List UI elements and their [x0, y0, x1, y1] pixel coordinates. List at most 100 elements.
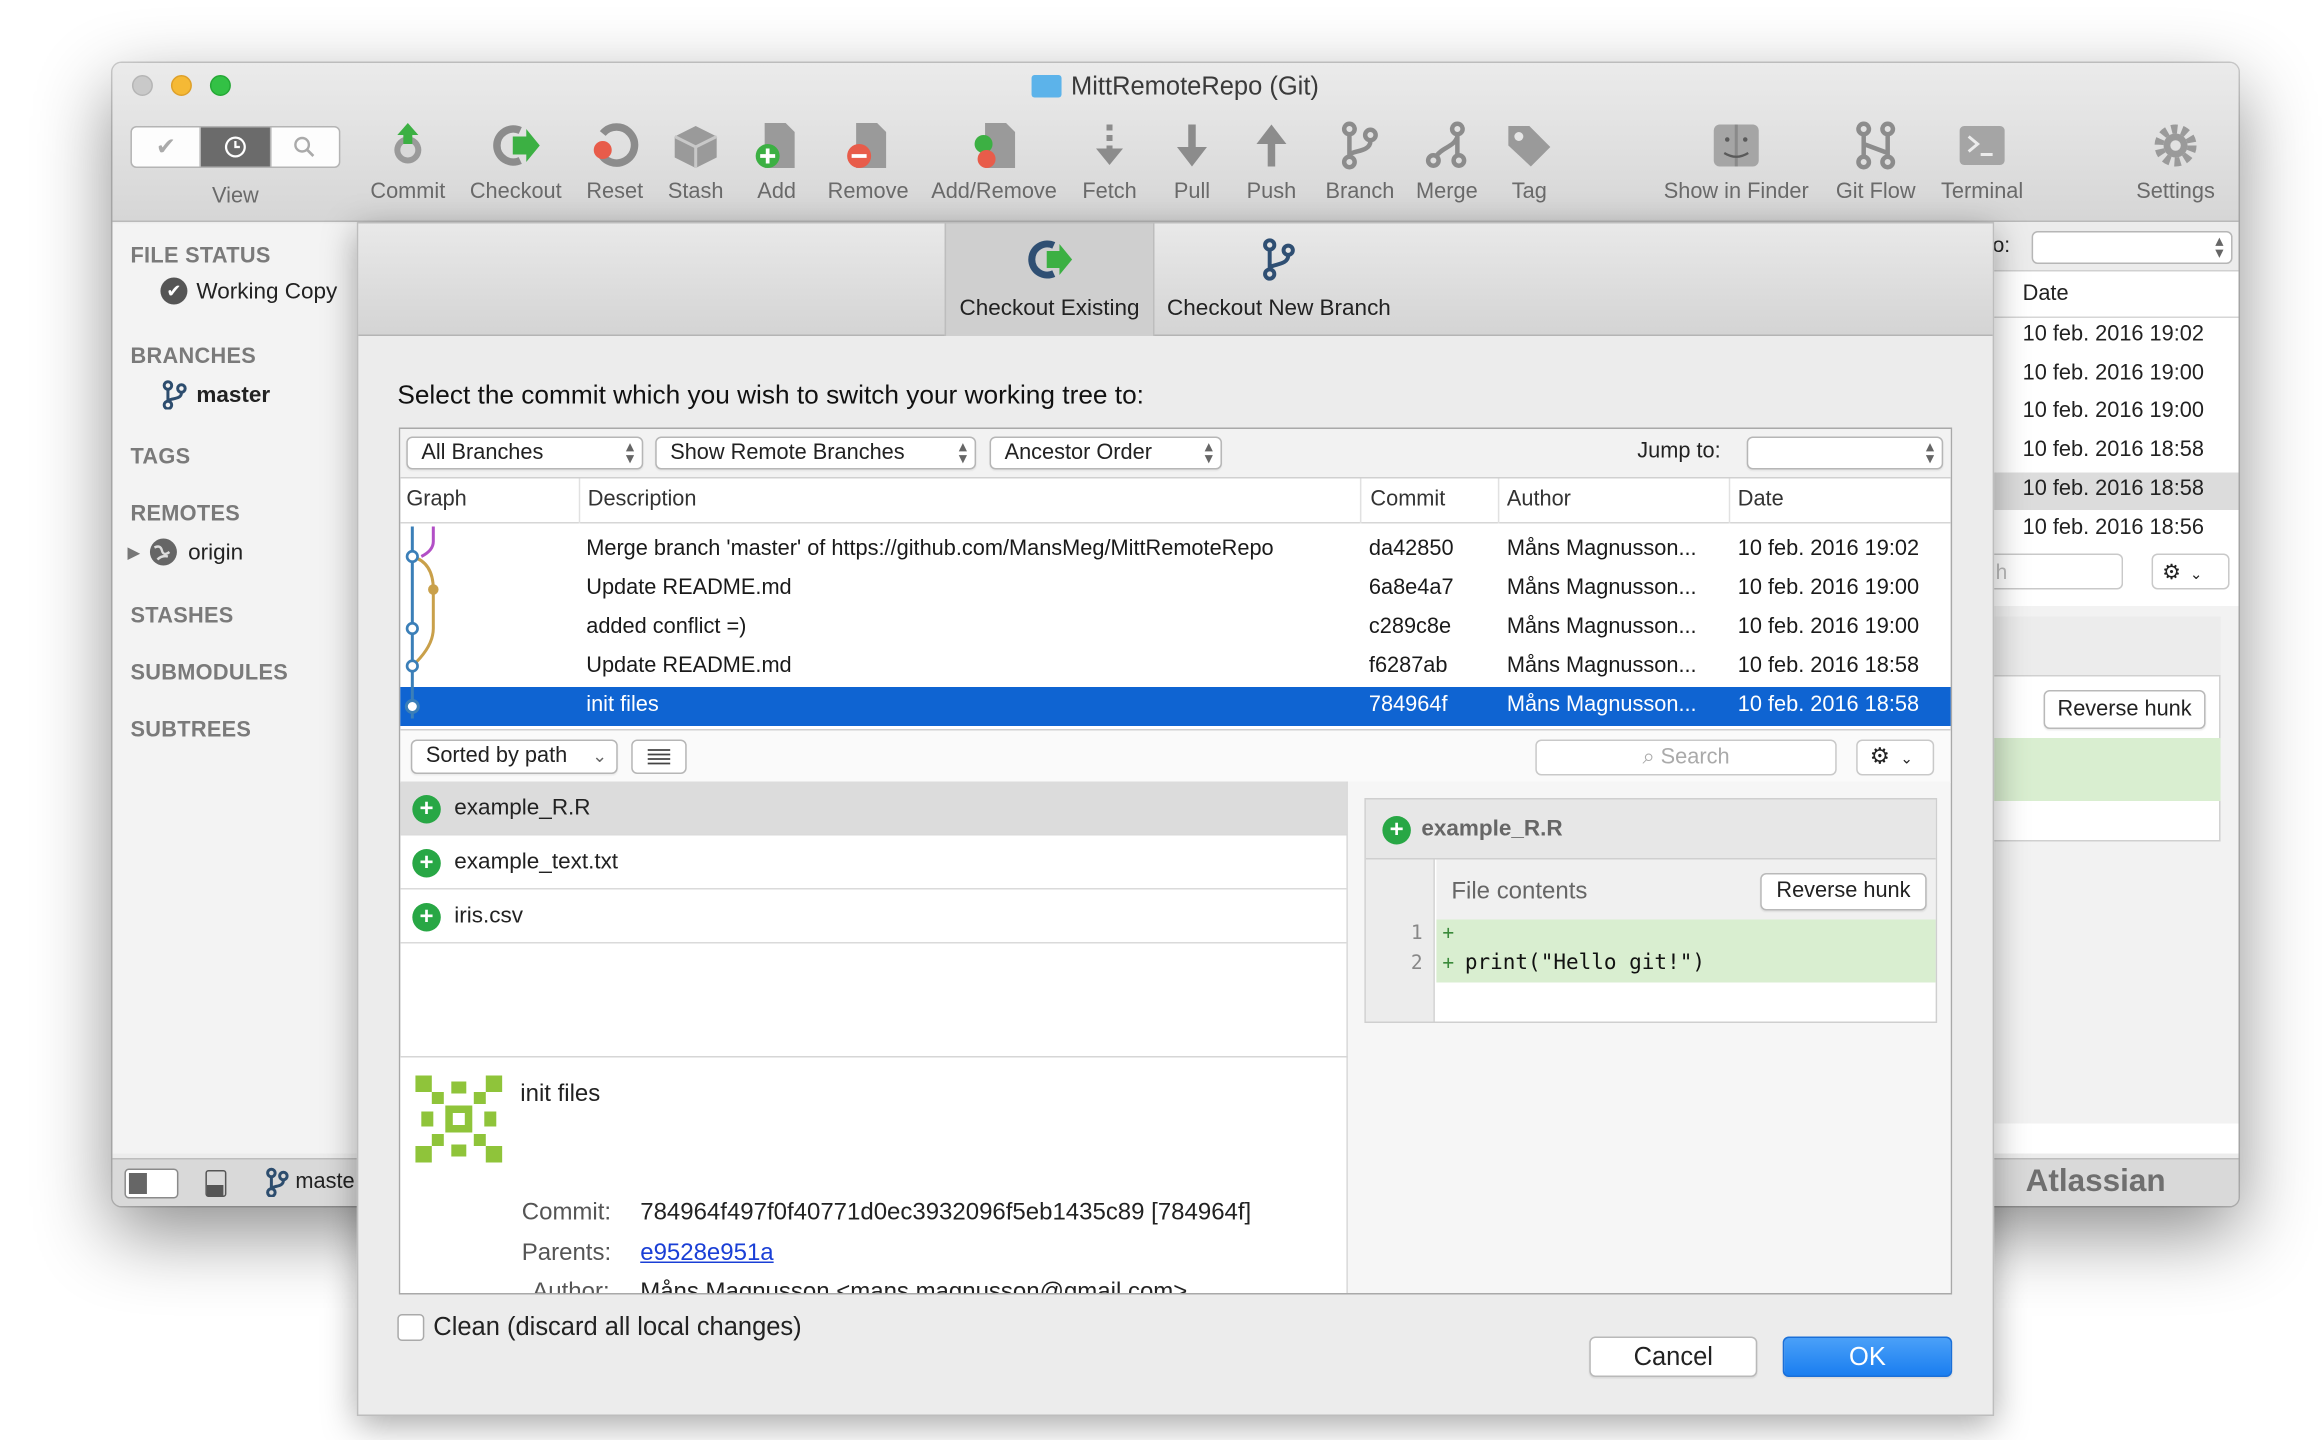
commit-row[interactable]: added conflict =) c289c8e Måns Magnusson…	[400, 609, 1950, 648]
sidebar-item-working-copy[interactable]: ✔ Working Copy	[160, 277, 337, 305]
file-name: example_text.txt	[454, 849, 619, 875]
background-search-field[interactable]: h	[1992, 553, 2124, 590]
checkout-label: Checkout	[469, 180, 562, 204]
status-branch[interactable]: maste	[265, 1167, 355, 1197]
column-graph[interactable]: Graph	[406, 488, 466, 512]
commit-author: Måns Magnusson...	[1506, 537, 1697, 561]
git-flow-button[interactable]: Git Flow	[1828, 120, 1924, 204]
atlassian-logo: Atlassian	[2025, 1164, 2166, 1199]
commit-button[interactable]: Commit	[360, 120, 456, 204]
parent-commit-link[interactable]: e9528e951a	[640, 1241, 773, 1268]
push-button[interactable]: Push	[1234, 120, 1309, 204]
file-row[interactable]: + example_text.txt	[400, 836, 1347, 890]
checkout-button[interactable]: Checkout	[462, 120, 570, 204]
checkmark-icon: ✔	[155, 135, 176, 161]
remove-button[interactable]: Remove	[820, 120, 916, 204]
ok-button[interactable]: OK	[1782, 1336, 1953, 1377]
tab-checkout-existing[interactable]: Checkout Existing	[944, 223, 1155, 336]
list-view-button[interactable]	[631, 739, 687, 774]
commit-row[interactable]: Merge branch 'master' of https://github.…	[400, 531, 1950, 570]
reverse-hunk-button[interactable]: Reverse hunk	[1760, 873, 1927, 911]
branch-button[interactable]: Branch	[1313, 120, 1406, 204]
updown-chevron-icon: ▴ ▾	[1204, 438, 1213, 468]
git-flow-label: Git Flow	[1835, 180, 1916, 204]
column-description[interactable]: Description	[588, 488, 697, 512]
clean-checkbox-row[interactable]: Clean (discard all local changes)	[397, 1313, 802, 1343]
line-added-marker: +	[1442, 922, 1455, 946]
reset-button[interactable]: Reset	[573, 120, 657, 204]
terminal-button[interactable]: Terminal	[1930, 120, 2035, 204]
sidebar-item-origin[interactable]: ▶ origin	[127, 537, 243, 567]
add-button[interactable]: Add	[739, 120, 814, 204]
line-number: 1	[1410, 922, 1423, 946]
commit-graph	[404, 526, 439, 719]
checkout-prompt: Select the commit which you wish to swit…	[397, 379, 1144, 410]
jump-to-fragment: o:	[1992, 232, 2011, 257]
updown-chevron-icon: ▴ ▾	[958, 438, 968, 468]
show-in-finder-button[interactable]: Show in Finder	[1652, 120, 1820, 204]
toggle-sidebar-button[interactable]	[124, 1168, 179, 1199]
sort-select[interactable]: Sorted by path ⌄	[410, 739, 618, 774]
sidebar-section-subtrees: SUBTREES	[130, 718, 252, 743]
cancel-button[interactable]: Cancel	[1589, 1336, 1758, 1377]
settings-button[interactable]: Settings	[2122, 120, 2230, 204]
stash-button[interactable]: Stash	[655, 120, 736, 204]
commit-row-selected[interactable]: init files 784964f Måns Magnusson... 10 …	[400, 687, 1951, 726]
remote-branches-select[interactable]: Show Remote Branches ▴ ▾	[655, 436, 977, 470]
remove-icon	[847, 123, 887, 168]
column-date[interactable]: Date	[1738, 488, 1784, 512]
view-segmented-control[interactable]: ✔	[130, 126, 341, 168]
pull-button[interactable]: Pull	[1154, 120, 1229, 204]
tab-label: Checkout Existing	[959, 295, 1140, 322]
branches-filter-select[interactable]: All Branches ▴ ▾	[406, 436, 644, 470]
background-date-cell: 10 feb. 2016 19:02	[2022, 322, 2204, 347]
title-bar: MittRemoteRepo (Git) ✔ View Commit Check…	[112, 63, 2239, 222]
order-select[interactable]: Ancestor Order ▴ ▾	[989, 436, 1222, 470]
search-view-button[interactable]	[271, 128, 339, 167]
add-remove-button[interactable]: Add/Remove	[922, 120, 1066, 204]
background-reverse-hunk-button[interactable]: Reverse hunk	[2043, 690, 2206, 729]
tab-checkout-new-branch[interactable]: Checkout New Branch	[1157, 224, 1400, 337]
author-label: Author:	[532, 1279, 610, 1294]
file-row[interactable]: + iris.csv	[400, 890, 1347, 944]
commit-hash: 784964f	[1368, 693, 1448, 717]
chevron-down-icon: ⌄	[2189, 567, 2203, 584]
commit-row[interactable]: Update README.md f6287ab Måns Magnusson.…	[400, 648, 1950, 687]
sidebar-section-tags: TAGS	[130, 445, 191, 470]
file-list-toolbar: Sorted by path ⌄ ⌕ Search ⚙ ⌄	[400, 729, 1951, 783]
tag-label: Tag	[1511, 180, 1547, 204]
changed-file-list: + example_R.R + example_text.txt + iris.csv	[400, 781, 1348, 1056]
added-file-icon: +	[412, 849, 441, 878]
toggle-panel-button[interactable]	[205, 1170, 227, 1197]
sidebar-section-remotes: REMOTES	[130, 502, 241, 527]
commit-row[interactable]: Update README.md 6a8e4a7 Måns Magnusson.…	[400, 570, 1950, 609]
column-author[interactable]: Author	[1507, 488, 1571, 512]
background-options-button[interactable]: ⚙ ⌄	[2151, 553, 2230, 590]
clean-checkbox[interactable]	[397, 1314, 425, 1341]
background-date-cell: 10 feb. 2016 19:00	[2022, 361, 2204, 386]
fetch-button[interactable]: Fetch	[1072, 120, 1147, 204]
window-title-text: MittRemoteRepo (Git)	[1071, 72, 1319, 101]
sheet-tab-bar: Checkout Existing Checkout New Branch	[358, 223, 1993, 337]
file-name: example_R.R	[454, 795, 591, 821]
sidebar-item-master[interactable]: master	[160, 380, 270, 410]
sidebar-item-label: master	[196, 381, 271, 408]
history-view-button[interactable]	[201, 127, 271, 167]
file-row-selected[interactable]: + example_R.R	[400, 781, 1347, 836]
tag-button[interactable]: Tag	[1492, 120, 1567, 204]
jump-to-select[interactable]: ▴ ▾	[2031, 231, 2233, 264]
jump-to-select[interactable]: ▴ ▾	[1746, 436, 1944, 470]
history-panel-background: o: ▴ ▾ Date 10 feb. 2016 19:02 10 feb. 201…	[1992, 223, 2239, 1154]
branch-icon	[266, 1167, 289, 1197]
settings-label: Settings	[2136, 180, 2215, 204]
commit-date: 10 feb. 2016 19:02	[1737, 537, 1920, 561]
file-search-input[interactable]: ⌕ Search	[1535, 739, 1837, 776]
file-options-button[interactable]: ⚙ ⌄	[1856, 739, 1935, 776]
file-status-view-button[interactable]: ✔	[132, 127, 202, 167]
finder-icon	[1713, 124, 1759, 167]
column-commit[interactable]: Commit	[1370, 488, 1445, 512]
reset-icon	[593, 123, 639, 167]
background-date-cell: 10 feb. 2016 18:58	[2022, 438, 2204, 463]
merge-button[interactable]: Merge	[1408, 120, 1486, 204]
git-flow-icon	[1856, 121, 1896, 170]
